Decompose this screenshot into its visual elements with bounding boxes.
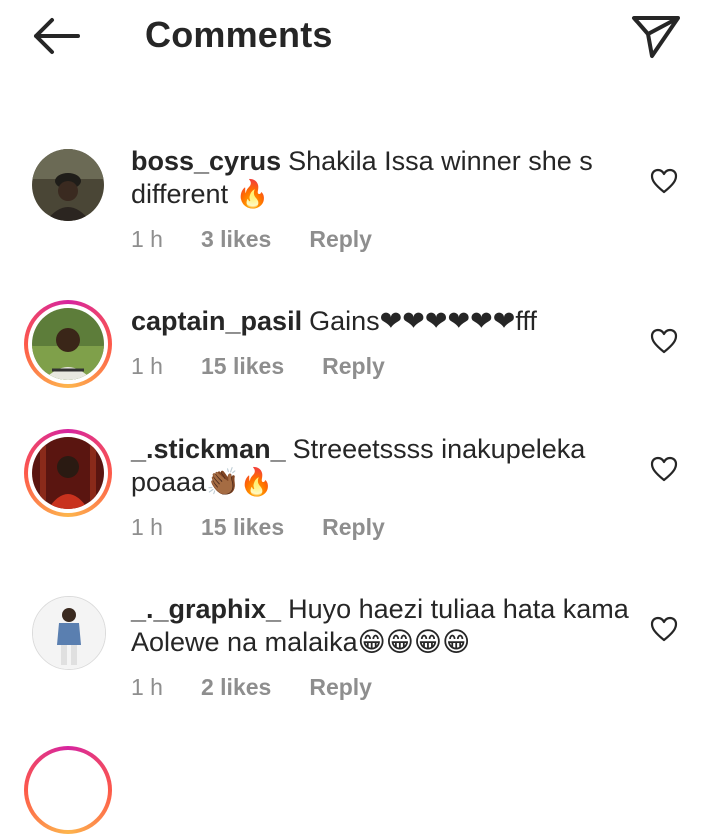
- avatar[interactable]: [24, 300, 112, 388]
- comment-body: _.stickman_ Streeetssss inakupeleka poaaa…: [131, 433, 631, 499]
- back-arrow-icon[interactable]: [30, 14, 82, 58]
- page-title: Comments: [145, 14, 333, 55]
- comment-time: 1 h: [131, 514, 163, 540]
- comment-body: captain_pasil Gains❤❤❤❤❤❤fff: [131, 305, 631, 338]
- heart-outline-icon[interactable]: [650, 168, 678, 194]
- comment-text: Gains❤❤❤❤❤❤fff: [309, 306, 537, 336]
- comment-username[interactable]: _._graphix_: [131, 594, 281, 624]
- heart-outline-icon[interactable]: [650, 616, 678, 642]
- comment-username[interactable]: _.stickman_: [131, 434, 286, 464]
- comment-meta: 1 h 15 likes Reply: [131, 514, 423, 541]
- reply-button[interactable]: Reply: [322, 514, 385, 540]
- comment-time: 1 h: [131, 353, 163, 379]
- comment-time: 1 h: [131, 226, 163, 252]
- comment-likes[interactable]: 2 likes: [201, 674, 271, 700]
- reply-button[interactable]: Reply: [309, 674, 372, 700]
- avatar[interactable]: [32, 596, 106, 670]
- avatar[interactable]: [24, 429, 112, 517]
- send-icon[interactable]: [630, 12, 682, 60]
- heart-outline-icon[interactable]: [650, 456, 678, 482]
- header-bar: Comments: [0, 0, 720, 80]
- comment-likes[interactable]: 15 likes: [201, 353, 284, 379]
- comment-body: _._graphix_ Huyo haezi tuliaa hata kama A…: [131, 593, 631, 659]
- comment-likes[interactable]: 3 likes: [201, 226, 271, 252]
- comment-username[interactable]: boss_cyrus: [131, 146, 281, 176]
- heart-outline-icon[interactable]: [650, 328, 678, 354]
- reply-button[interactable]: Reply: [309, 226, 372, 252]
- avatar[interactable]: [32, 149, 104, 221]
- comment-meta: 1 h 3 likes Reply: [131, 226, 410, 253]
- comment-meta: 1 h 2 likes Reply: [131, 674, 410, 701]
- comment-time: 1 h: [131, 674, 163, 700]
- avatar[interactable]: [24, 746, 112, 834]
- comment-likes[interactable]: 15 likes: [201, 514, 284, 540]
- comment-username[interactable]: captain_pasil: [131, 306, 302, 336]
- comment-body: boss_cyrus Shakila Issa winner she s diff…: [131, 145, 631, 211]
- comment-meta: 1 h 15 likes Reply: [131, 353, 423, 380]
- reply-button[interactable]: Reply: [322, 353, 385, 379]
